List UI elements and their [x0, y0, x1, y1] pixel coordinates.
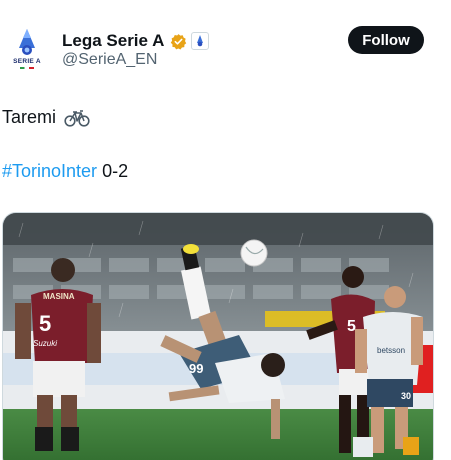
user-handle[interactable]: @SerieA_EN [62, 51, 157, 69]
verified-badge-icon [171, 33, 187, 50]
tweet-text-line-2: #TorinoInter 0-2 [2, 161, 128, 182]
tweet-media-photo[interactable]: MASINA 5 Suzuki 99 5 betsson 30 [2, 212, 434, 460]
hashtag-link[interactable]: #TorinoInter [2, 161, 97, 181]
bicycle-icon [64, 109, 90, 127]
tweet-text-line-1: Taremi [2, 107, 90, 128]
jersey-number-left: 5 [39, 311, 51, 336]
italian-flag-stripe [20, 67, 34, 69]
jersey-number-center: 99 [189, 361, 203, 376]
jersey-number-right-front: 30 [401, 391, 411, 401]
display-name[interactable]: Lega Serie A [62, 31, 164, 51]
jersey-name-left: MASINA [43, 292, 75, 301]
bicycle-kick-photo: MASINA 5 Suzuki 99 5 betsson 30 [3, 213, 433, 460]
avatar[interactable]: SERIE A [8, 26, 46, 72]
serie-a-mini-logo-icon [197, 35, 204, 47]
tweet-text-player: Taremi [2, 107, 57, 127]
jersey-sponsor-left: Suzuki [33, 339, 57, 348]
affiliate-badge-icon[interactable] [191, 32, 210, 50]
match-score: 0-2 [97, 161, 129, 181]
jersey-sponsor-right: betsson [377, 346, 405, 355]
upper-stand [3, 213, 433, 245]
avatar-text: SERIE A [13, 58, 41, 65]
jersey-number-right-back: 5 [347, 318, 356, 335]
name-row: Lega Serie A [62, 30, 210, 52]
tweet-header: SERIE A Lega Serie A @SerieA_EN Follow [0, 0, 451, 84]
serie-a-logo-icon [19, 29, 35, 55]
follow-button[interactable]: Follow [348, 26, 424, 54]
